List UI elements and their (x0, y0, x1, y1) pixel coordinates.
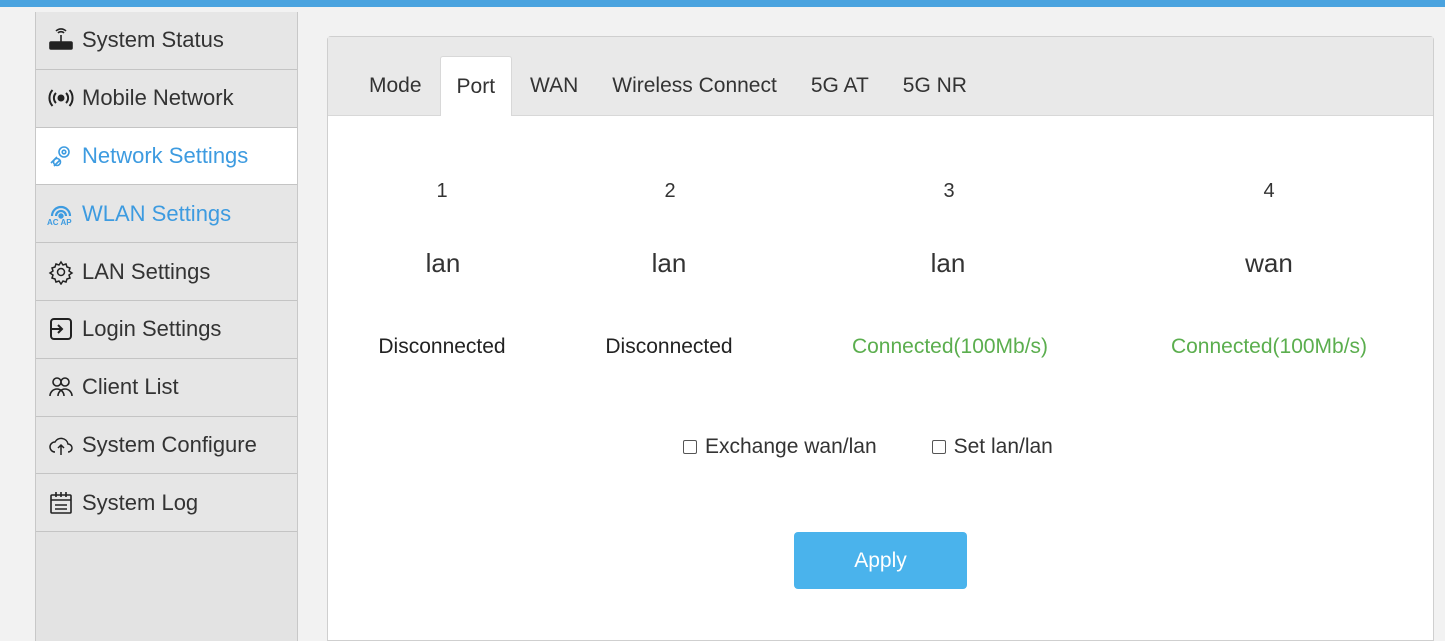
apply-button[interactable]: Apply (794, 532, 967, 589)
gear-icon (46, 259, 76, 285)
set-lan-lan-checkbox[interactable] (931, 440, 946, 454)
tab-bar: Mode Port WAN Wireless Connect 5G AT 5G … (328, 37, 1433, 116)
port-status: Connected(100Mb/s) (1170, 335, 1368, 358)
exchange-wan-lan-checkbox[interactable] (683, 440, 697, 454)
set-lan-lan-option[interactable]: Set lan/lan (931, 435, 1053, 459)
router-icon (46, 27, 76, 53)
port-number: 2 (664, 180, 676, 202)
port-options: Exchange wan/lan Set lan/lan (683, 435, 1053, 459)
sidebar-item-label: System Status (82, 27, 224, 53)
port-status: Connected(100Mb/s) (851, 335, 1049, 358)
signal-icon (46, 85, 76, 111)
sidebar-item-label: WLAN Settings (82, 200, 232, 226)
network-settings-icon (46, 143, 76, 169)
port-type: lan (425, 248, 461, 278)
sidebar-item-system-configure[interactable]: System Configure (36, 416, 297, 475)
sidebar-item-system-log[interactable]: System Log (36, 474, 297, 533)
top-accent-bar (0, 0, 1445, 7)
sidebar-item-label: Mobile Network (82, 85, 234, 111)
wlan-badge: AC AP (47, 217, 72, 227)
port-type: lan (930, 248, 966, 278)
sidebar-item-label: System Log (82, 489, 199, 515)
port-type: wan (1245, 248, 1293, 278)
port-status: Disconnected (378, 335, 506, 358)
tab-wan[interactable]: WAN (514, 56, 594, 115)
sidebar-item-label: LAN Settings (82, 258, 211, 284)
port-settings-panel: Mode Port WAN Wireless Connect 5G AT 5G … (327, 36, 1434, 641)
sidebar-item-system-status[interactable]: System Status (36, 12, 297, 70)
sidebar-item-lan-settings[interactable]: LAN Settings (36, 243, 297, 301)
sidebar-item-label: Client List (82, 374, 179, 400)
wlan-icon: AC AP (46, 201, 76, 227)
sidebar-item-label: Login Settings (82, 316, 222, 342)
port-number: 3 (943, 180, 955, 202)
exchange-wan-lan-label: Exchange wan/lan (705, 435, 877, 458)
tab-5g-at[interactable]: 5G AT (795, 56, 885, 115)
port-number: 1 (436, 180, 448, 202)
cloud-upload-icon (46, 432, 76, 458)
port-type: lan (651, 248, 687, 278)
sidebar-item-login-settings[interactable]: Login Settings (36, 300, 297, 359)
port-status: Disconnected (605, 335, 733, 358)
exchange-wan-lan-option[interactable]: Exchange wan/lan (683, 435, 877, 459)
sidebar-item-network-settings[interactable]: Network Settings (36, 127, 297, 186)
users-icon (46, 374, 76, 400)
tab-5g-nr[interactable]: 5G NR (887, 56, 983, 115)
sidebar-item-label: Network Settings (82, 142, 249, 168)
set-lan-lan-label: Set lan/lan (953, 435, 1053, 458)
login-icon (46, 316, 76, 342)
tab-wireless-connect[interactable]: Wireless Connect (596, 56, 793, 115)
sidebar-item-label: System Configure (82, 431, 257, 457)
calendar-icon (46, 490, 76, 516)
sidebar-item-client-list[interactable]: Client List (36, 358, 297, 417)
tab-port[interactable]: Port (439, 56, 513, 116)
tab-mode[interactable]: Mode (353, 56, 438, 115)
sidebar-item-mobile-network[interactable]: Mobile Network (36, 69, 297, 128)
sidebar-nav: System Status Mobile Network Network Set… (35, 12, 298, 641)
sidebar-item-wlan-settings[interactable]: AC AP WLAN Settings (36, 185, 297, 244)
port-number: 4 (1263, 180, 1275, 202)
